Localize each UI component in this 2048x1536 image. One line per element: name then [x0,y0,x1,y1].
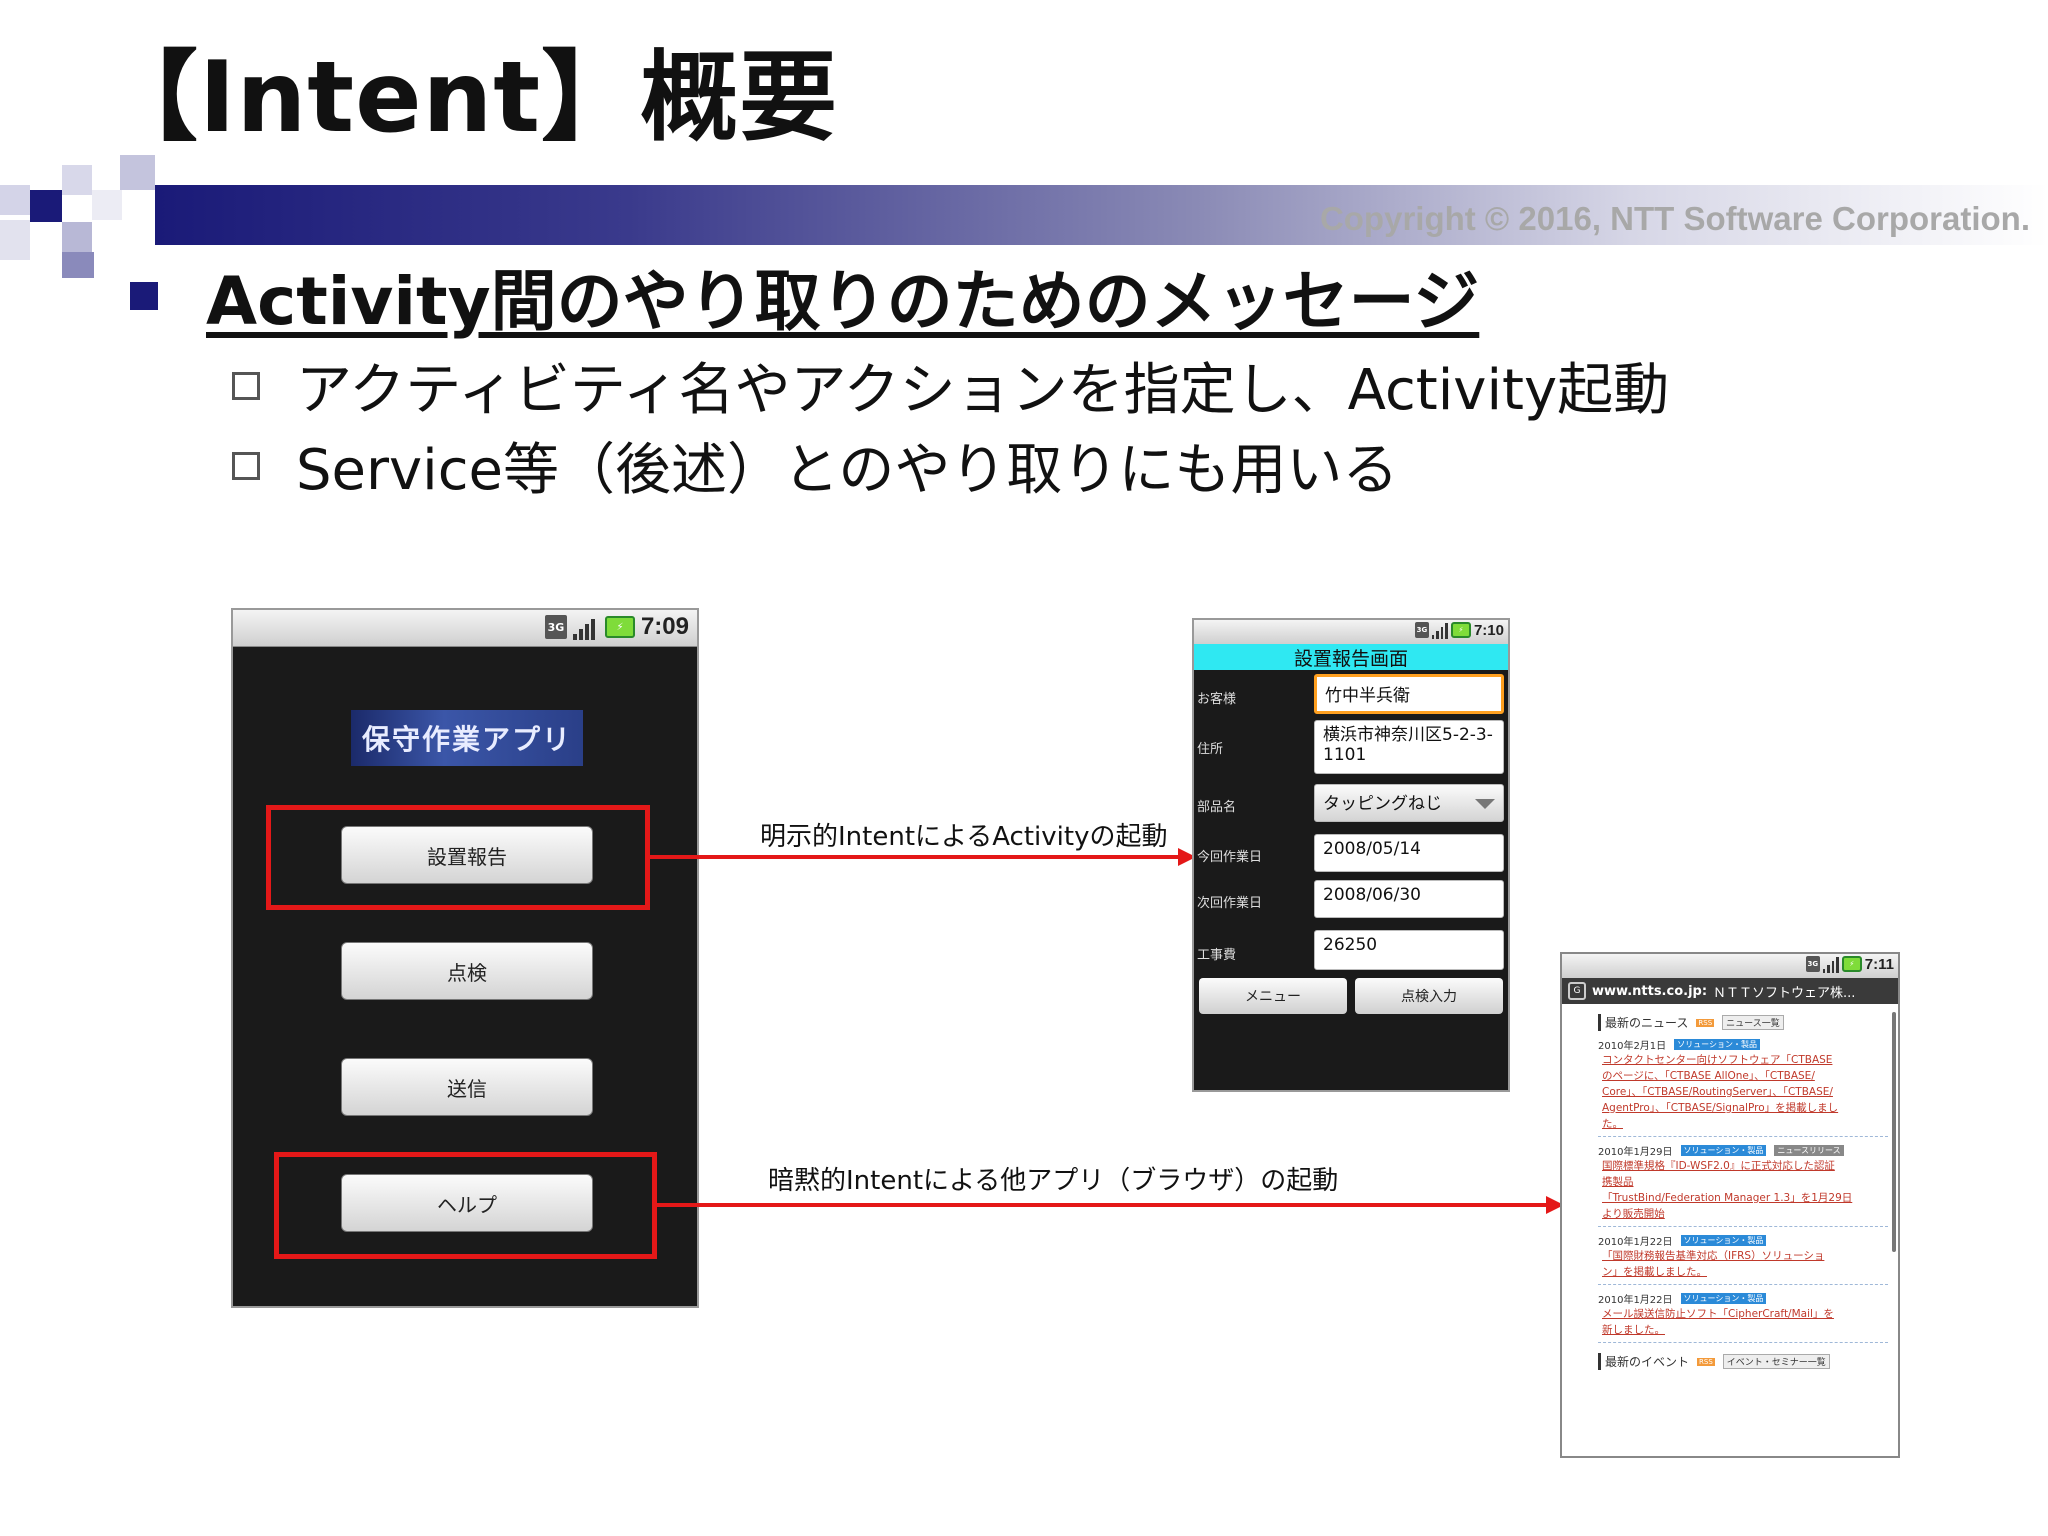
bullet-square-icon [130,282,158,310]
network-3g-icon: 3G [544,615,567,639]
events-section-header: 最新のイベント RSS イベント・セミナー一覧 [1598,1353,1888,1370]
events-list-button[interactable]: イベント・セミナー一覧 [1722,1354,1830,1369]
signal-icon [1822,955,1839,973]
customer-field[interactable]: 竹中半兵衛 [1314,674,1504,714]
network-3g-icon: 3G [1414,622,1429,638]
main-bullet: Activity間のやり取りのためのメッセージ [130,248,1479,344]
main-bullet-text: Activity間のやり取りのためのメッセージ [206,263,1480,340]
form-title: 設置報告画面 [1194,644,1508,670]
sub-bullet-text: アクティビティ名やアクションを指定し、Activity起動 [296,358,1670,423]
news-link[interactable]: 新しました。 [1598,1322,1888,1338]
events-heading: 最新のイベント [1605,1355,1690,1369]
news-link[interactable]: AgentPro」、「CTBASE/SignalPro」を掲載しまし [1598,1100,1888,1116]
slide-title: 【Intent】概要 [100,41,839,155]
this-work-date-field[interactable]: 2008/05/14 [1314,834,1504,872]
category-tag: ソリューション・製品 [1680,1235,1767,1246]
send-button[interactable]: 送信 [341,1058,593,1116]
explicit-intent-label: 明示的IntentによるActivityの起動 [760,822,1168,852]
list-item: 2010年1月22日 ソリューション・製品 メール誤送信防止ソフト「CipherC… [1598,1291,1888,1343]
url-domain: www.ntts.co.jp: [1592,983,1708,999]
phone-screen-browser: 3G ⚡ 7:11 G www.ntts.co.jp: ＮＴＴソフトウェア株..… [1560,952,1900,1458]
page-content: 最新のニュース RSS ニュース一覧 2010年2月1日 ソリューション・製品 コ… [1562,1004,1898,1370]
hollow-square-icon [232,371,260,400]
news-date: 2010年2月1日 [1598,1041,1667,1052]
form-row-next-date: 次回作業日 2008/06/30 [1194,878,1508,918]
inspection-button[interactable]: 点検 [341,942,593,1000]
dropdown-arrow-icon [1475,799,1495,809]
sub-bullet-text: Service等（後述）とのやり取りにも用いる [296,438,1399,503]
category-tag: ニュースリリース [1774,1145,1844,1156]
category-tag: ソリューション・製品 [1680,1145,1767,1156]
url-page-title: ＮＴＴソフトウェア株... [1713,985,1856,1001]
news-link[interactable]: 「国際財務報告基準対応（IFRS）ソリューショ [1598,1248,1888,1264]
news-link[interactable]: 「TrustBind/Federation Manager 1.3」を1月29日 [1598,1190,1888,1206]
sub-bullet: アクティビティ名やアクションを指定し、Activity起動 [232,345,1669,426]
category-tag: ソリューション・製品 [1674,1039,1761,1050]
copyright-text: Copyright © 2016, NTT Software Corporati… [1319,200,2030,237]
form-row-part: 部品名 タッピングねじ [1194,782,1508,822]
news-link[interactable]: メール誤送信防止ソフト「CipherCraft/Mail」を [1598,1306,1888,1322]
implicit-intent-label: 暗黙的Intentによる他アプリ（ブラウザ）の起動 [768,1166,1339,1196]
network-3g-icon: 3G [1805,956,1820,972]
battery-icon: ⚡ [1841,956,1862,972]
status-time: 7:10 [1473,621,1504,639]
app-logo: 保守作業アプリ [351,710,583,766]
list-item: 2010年1月29日 ソリューション・製品 ニュースリリース 国際標準規格『ID-W… [1598,1143,1888,1227]
battery-icon: ⚡ [604,616,635,638]
address-field[interactable]: 横浜市神奈川区5-2-3-1101 [1314,720,1504,774]
phone-screen-report-form: 3G ⚡ 7:10 設置報告画面 お客様 竹中半兵衛 住所 横浜市神奈川区5-2… [1192,618,1510,1092]
status-time: 7:11 [1864,955,1894,973]
news-link[interactable]: 携製品 [1598,1174,1888,1190]
scrollbar[interactable] [1892,1012,1896,1252]
news-list-button[interactable]: ニュース一覧 [1722,1015,1784,1030]
status-bar: 3G ⚡ 7:10 [1194,620,1508,644]
signal-icon [572,614,599,640]
list-item: 2010年1月22日 ソリューション・製品 「国際財務報告基準対応（IFRS）ソリ… [1598,1233,1888,1285]
news-link[interactable]: 国際標準規格『ID-WSF2.0』に正式対応した認証 [1598,1158,1888,1174]
news-link[interactable]: のページに、「CTBASE AllOne」、「CTBASE/ [1598,1068,1888,1084]
news-date: 2010年1月29日 [1598,1147,1673,1158]
field-label: 今回作業日 [1197,850,1263,865]
rss-icon[interactable]: RSS [1697,1357,1715,1366]
news-section-header: 最新のニュース RSS ニュース一覧 [1598,1014,1888,1031]
news-link[interactable]: コンタクトセンター向けソフトウェア「CTBASE [1598,1052,1888,1068]
hollow-square-icon [232,451,260,480]
news-date: 2010年1月22日 [1598,1237,1673,1248]
form-row-this-date: 今回作業日 2008/05/14 [1194,832,1508,872]
form-row-customer: お客様 竹中半兵衛 [1194,672,1508,716]
field-label: 住所 [1197,742,1224,757]
news-link[interactable]: より販売開始 [1598,1206,1888,1222]
field-label: 次回作業日 [1197,896,1263,911]
status-bar: 3G ⚡ 7:09 [233,610,697,647]
highlight-box [274,1152,657,1259]
menu-button[interactable]: メニュー [1199,978,1347,1014]
news-link[interactable]: Core」、「CTBASE/RoutingServer」、「CTBASE/ [1598,1084,1888,1100]
news-link[interactable]: た。 [1598,1116,1888,1132]
list-item: 2010年2月1日 ソリューション・製品 コンタクトセンター向けソフトウェア「CT… [1598,1037,1888,1137]
signal-icon [1431,621,1448,639]
browser-page-icon: G [1568,982,1586,1000]
form-row-address: 住所 横浜市神奈川区5-2-3-1101 [1194,720,1508,776]
field-label: お客様 [1197,692,1237,707]
rss-icon[interactable]: RSS [1696,1018,1715,1027]
field-label: 部品名 [1197,800,1237,815]
form-row-cost: 工事費 26250 [1194,928,1508,970]
highlight-box [266,805,650,910]
battery-icon: ⚡ [1450,622,1471,638]
part-name-value: タッピングねじ [1323,794,1442,814]
sub-bullet: Service等（後述）とのやり取りにも用いる [232,425,1398,506]
news-link[interactable]: ン」を掲載しました。 [1598,1264,1888,1280]
next-work-date-field[interactable]: 2008/06/30 [1314,880,1504,918]
field-label: 工事費 [1197,948,1237,963]
category-tag: ソリューション・製品 [1680,1293,1767,1304]
url-bar[interactable]: G www.ntts.co.jp: ＮＴＴソフトウェア株... [1562,978,1898,1004]
news-heading: 最新のニュース [1605,1016,1689,1030]
construction-cost-field[interactable]: 26250 [1314,930,1504,970]
inspection-input-button[interactable]: 点検入力 [1355,978,1503,1014]
part-name-select[interactable]: タッピングねじ [1314,784,1504,822]
status-time: 7:09 [640,613,689,640]
news-date: 2010年1月22日 [1598,1295,1673,1306]
status-bar: 3G ⚡ 7:11 [1562,954,1898,978]
